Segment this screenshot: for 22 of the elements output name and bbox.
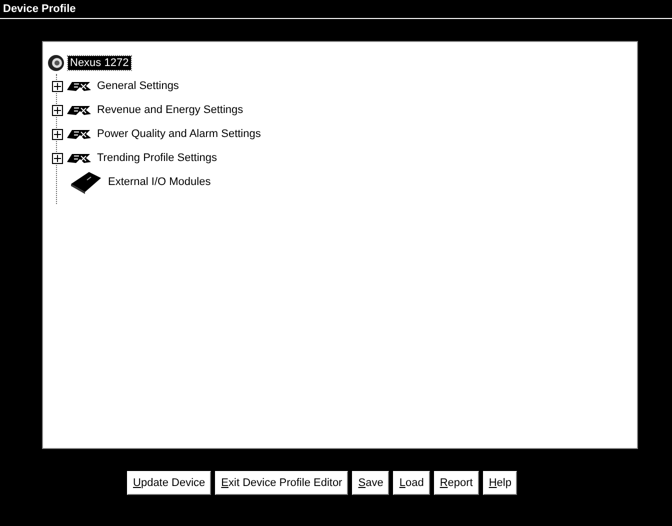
expand-icon[interactable] <box>52 80 63 92</box>
ext-logo-icon <box>66 152 92 164</box>
action-button[interactable]: Report <box>434 471 479 495</box>
action-button[interactable]: Update Device <box>127 471 212 495</box>
tree-item[interactable]: Revenue and Energy Settings <box>95 103 246 117</box>
action-button[interactable]: Load <box>393 471 430 495</box>
ext-logo-icon <box>66 128 92 140</box>
ext-logo-icon <box>66 104 92 116</box>
tree-item[interactable]: Power Quality and Alarm Settings <box>95 127 263 141</box>
expand-icon[interactable] <box>52 104 63 116</box>
tree-item[interactable]: External I/O Modules <box>106 175 213 189</box>
tree-item[interactable]: Nexus 1272 <box>68 56 131 70</box>
window-title: Device Profile <box>3 3 76 15</box>
tree-item[interactable]: Trending Profile Settings <box>95 151 220 165</box>
module-icon <box>69 170 103 194</box>
action-button[interactable]: Save <box>352 471 390 495</box>
tree-item[interactable]: General Settings <box>95 79 181 93</box>
ext-logo-icon <box>66 80 92 92</box>
expand-icon[interactable] <box>52 152 63 164</box>
action-button[interactable]: Exit Device Profile Editor <box>215 471 348 495</box>
expand-icon[interactable] <box>52 128 63 140</box>
action-button[interactable]: Help <box>482 471 518 495</box>
